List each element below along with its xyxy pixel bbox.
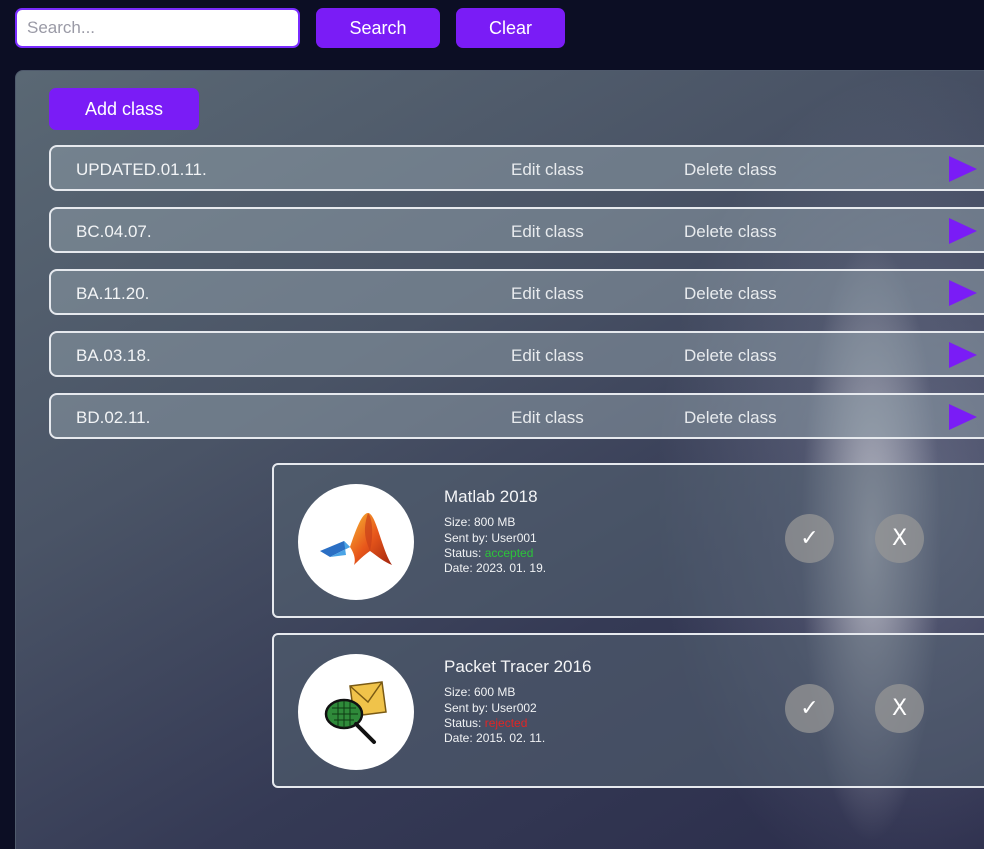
status-value: accepted <box>484 546 534 560</box>
add-class-button[interactable]: Add class <box>49 88 199 130</box>
edit-class-link[interactable]: Edit class <box>511 160 584 180</box>
reject-button[interactable]: X <box>875 684 924 733</box>
delete-class-link[interactable]: Delete class <box>684 346 777 366</box>
expand-arrow-icon[interactable] <box>949 218 977 244</box>
status-value: rejected <box>484 716 528 730</box>
request-date: Date: 2015. 02. 11. <box>444 731 546 745</box>
status-line: Status: accepted <box>444 546 533 561</box>
edit-class-link[interactable]: Edit class <box>511 408 584 428</box>
sent-by: Sent by: User002 <box>444 701 537 715</box>
software-size: Size: 800 MB <box>444 515 516 529</box>
class-name: UPDATED.01.11. <box>76 160 207 179</box>
edit-class-link[interactable]: Edit class <box>511 346 584 366</box>
delete-class-link[interactable]: Delete class <box>684 222 777 242</box>
class-row: UPDATED.01.11. Edit class Delete class <box>49 145 984 191</box>
request-date: Date: 2023. 01. 19. <box>444 561 547 575</box>
reject-button[interactable]: X <box>875 514 924 563</box>
status-label: Status: <box>444 546 482 560</box>
class-row: BD.02.11. Edit class Delete class <box>49 393 984 439</box>
delete-class-link[interactable]: Delete class <box>684 408 777 428</box>
expand-arrow-icon[interactable] <box>949 156 977 182</box>
software-request-card: Packet Tracer 2016 Size: 600 MB Sent by:… <box>272 633 984 788</box>
accept-button[interactable]: ✓ <box>785 514 834 563</box>
class-name: BD.02.11. <box>76 408 151 427</box>
clear-button[interactable]: Clear <box>456 8 565 48</box>
status-label: Status: <box>444 716 482 730</box>
search-input[interactable] <box>15 8 300 48</box>
top-bar: Search Clear <box>0 0 984 60</box>
class-name: BC.04.07. <box>76 222 152 241</box>
status-line: Status: rejected <box>444 716 527 731</box>
expand-arrow-icon[interactable] <box>949 342 977 368</box>
classes-panel: Add class UPDATED.01.11. Edit class Dele… <box>15 70 984 849</box>
matlab-logo-icon <box>298 484 414 600</box>
sent-by: Sent by: User001 <box>444 531 537 545</box>
edit-class-link[interactable]: Edit class <box>511 222 584 242</box>
software-request-card: Matlab 2018 Size: 800 MB Sent by: User00… <box>272 463 984 618</box>
packet-tracer-logo-icon <box>298 654 414 770</box>
class-row: BC.04.07. Edit class Delete class <box>49 207 984 253</box>
search-button[interactable]: Search <box>316 8 440 48</box>
class-row: BA.11.20. Edit class Delete class <box>49 269 984 315</box>
expand-arrow-icon[interactable] <box>949 404 977 430</box>
software-title: Matlab 2018 <box>444 487 538 506</box>
class-row: BA.03.18. Edit class Delete class <box>49 331 984 377</box>
class-name: BA.11.20. <box>76 284 150 303</box>
software-title: Packet Tracer 2016 <box>444 657 592 676</box>
software-size: Size: 600 MB <box>444 685 516 699</box>
edit-class-link[interactable]: Edit class <box>511 284 584 304</box>
delete-class-link[interactable]: Delete class <box>684 160 777 180</box>
delete-class-link[interactable]: Delete class <box>684 284 777 304</box>
class-name: BA.03.18. <box>76 346 151 365</box>
expand-arrow-icon[interactable] <box>949 280 977 306</box>
accept-button[interactable]: ✓ <box>785 684 834 733</box>
